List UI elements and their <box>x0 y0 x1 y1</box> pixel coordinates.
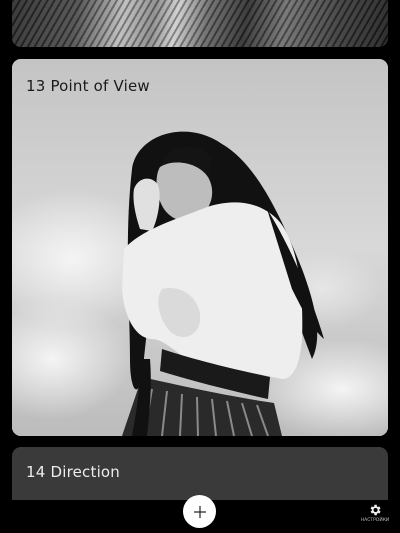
plus-icon <box>193 505 206 518</box>
architecture-photo <box>12 0 388 47</box>
settings-label: НАСТРОЙКИ <box>360 518 390 523</box>
add-button[interactable] <box>183 495 216 528</box>
card-title: 13 Point of View <box>26 77 150 95</box>
settings-button[interactable]: НАСТРОЙКИ <box>360 503 390 523</box>
portrait-photo <box>12 59 388 436</box>
photo-card-point-of-view[interactable]: 13 Point of View <box>12 59 388 436</box>
card-title: 14 Direction <box>26 463 121 481</box>
photo-card-architecture[interactable] <box>12 0 388 47</box>
gear-icon <box>370 504 381 516</box>
